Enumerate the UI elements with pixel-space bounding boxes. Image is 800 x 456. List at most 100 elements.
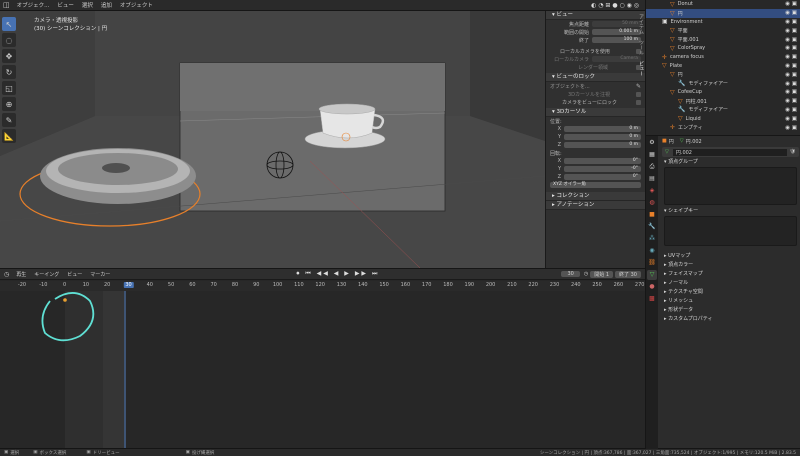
outliner-row[interactable]: 🔧 モディファイアー ◉ ▣ <box>646 106 800 115</box>
material-tab-icon[interactable]: ● <box>647 282 657 292</box>
clock-icon[interactable]: ◷ <box>0 271 12 278</box>
section-vertex-groups[interactable]: ▾ 頂点グループ <box>660 158 800 167</box>
outliner-row[interactable]: ▽ Liquid ◉ ▣ <box>646 114 800 123</box>
vertex-groups-list[interactable] <box>664 167 797 205</box>
visibility-icon[interactable]: ◉ ▣ <box>785 45 797 51</box>
menu-object[interactable]: オブジェクト <box>116 1 157 9</box>
visibility-icon[interactable]: ◉ ▣ <box>785 116 797 122</box>
outliner-row[interactable]: ▽ Plate ◉ ▣ <box>646 62 800 71</box>
outliner-row[interactable]: ▽ 円 ◉ ▣ <box>646 70 800 79</box>
tool-tab-icon[interactable]: ⚙ <box>647 138 657 148</box>
lock-camera-checkbox[interactable] <box>636 99 641 105</box>
rot-z-field[interactable]: 0° <box>564 174 641 180</box>
start-frame-field[interactable]: 開始 1 <box>590 270 614 278</box>
measure-tool-icon[interactable]: 📐 <box>2 129 16 143</box>
outliner-row[interactable]: ▽ 円 ◉ ▣ <box>646 8 800 18</box>
shading-icons[interactable]: ◐ ◔ ⊞ ● ○ ◉ ◎ <box>591 2 645 9</box>
3d-viewport[interactable]: ↖ ◌ ✥ ↻ ◱ ⊕ ✎ 📐 カメラ・透視投影 (30) シーンコレクション … <box>0 11 545 268</box>
cursor-y-field[interactable]: 0 m <box>564 134 641 140</box>
visibility-icon[interactable]: ◉ ▣ <box>785 1 797 7</box>
tab-view[interactable]: ビュー <box>638 61 645 76</box>
outliner-row[interactable]: ▽ 平面.001 ◉ ▣ <box>646 35 800 44</box>
visibility-icon[interactable]: ◉ ▣ <box>785 125 797 131</box>
section-custom-props[interactable]: ▸ カスタムプロパティ <box>660 315 800 324</box>
outliner-row[interactable]: ▽ ColorSpray ◉ ▣ <box>646 44 800 53</box>
rot-y-field[interactable]: -0° <box>564 166 641 172</box>
particles-tab-icon[interactable]: ⁂ <box>647 234 657 244</box>
visibility-icon[interactable]: ◉ ▣ <box>785 54 797 60</box>
scene-tab-icon[interactable]: ◈ <box>647 186 657 196</box>
annotate-tool-icon[interactable]: ✎ <box>2 113 16 127</box>
section-uv-maps[interactable]: ▸ UVマップ <box>660 252 800 261</box>
view-layer-tab-icon[interactable]: ▤ <box>647 174 657 184</box>
visibility-icon[interactable]: ◉ ▣ <box>785 19 797 25</box>
render-tab-icon[interactable]: ▦ <box>647 150 657 160</box>
outliner-row[interactable]: ▽ Donut ◉ ▣ <box>646 0 800 9</box>
transform-tool-icon[interactable]: ⊕ <box>2 97 16 111</box>
menu-playback[interactable]: 再生 <box>12 271 30 278</box>
object-tab-icon[interactable]: ■ <box>647 210 657 220</box>
outliner[interactable]: ▽ Donut ◉ ▣ ▽ 円 ◉ ▣ ▣ Environment ◉ ▣ ▽ 平面 ◉ ▣ ▽ 平面.0… <box>645 0 800 135</box>
playback-controls[interactable]: ⏺ ⏮ ◀◀ ◀ ▶ ▶▶ ⏭ <box>296 270 379 278</box>
outliner-row[interactable]: 🔧 モディファイアー ◉ ▣ <box>646 79 800 88</box>
visibility-icon[interactable]: ◉ ▣ <box>785 107 797 113</box>
scale-tool-icon[interactable]: ◱ <box>2 81 16 95</box>
visibility-icon[interactable]: ◉ ▣ <box>785 89 797 95</box>
focal-length-field[interactable]: 50 mm <box>592 21 641 27</box>
visibility-icon[interactable]: ◉ ▣ <box>785 63 797 69</box>
section-shape-keys[interactable]: ▾ シェイプキー <box>660 207 800 216</box>
data-tab-icon[interactable]: ▽ <box>647 270 657 280</box>
section-vertex-colors[interactable]: ▸ 頂点カラー <box>660 261 800 270</box>
outliner-row[interactable]: ▣ Environment ◉ ▣ <box>646 18 800 27</box>
annotation-section-header[interactable]: ▸ アノテーション <box>546 201 645 210</box>
outliner-row[interactable]: ▽ CofeeCup ◉ ▣ <box>646 88 800 97</box>
lock-cursor-checkbox[interactable] <box>636 91 641 97</box>
outliner-row[interactable]: ✛ エンプティ ◉ ▣ <box>646 123 800 132</box>
collection-section-header[interactable]: ▸ コレクション <box>546 192 645 201</box>
visibility-icon[interactable]: ◉ ▣ <box>785 28 797 34</box>
visibility-icon[interactable]: ◉ ▣ <box>785 10 797 16</box>
shape-keys-list[interactable] <box>664 216 797 246</box>
current-frame-field[interactable]: 30 <box>561 271 580 277</box>
section-texture-space[interactable]: ▸ テクスチャ空間 <box>660 288 800 297</box>
tab-item[interactable]: アイテム <box>638 14 645 34</box>
output-tab-icon[interactable]: ⎙ <box>647 162 657 172</box>
menu-add[interactable]: 追加 <box>97 1 116 9</box>
menu-marker[interactable]: マーカー <box>86 271 114 278</box>
section-remesh[interactable]: ▸ リメッシュ <box>660 297 800 306</box>
rotate-tool-icon[interactable]: ↻ <box>2 65 16 79</box>
constraints-tab-icon[interactable]: ⛓ <box>647 258 657 268</box>
menu-view[interactable]: ビュー <box>53 1 78 9</box>
section-geometry-data[interactable]: ▸ 形状データ <box>660 306 800 315</box>
editor-type-icon[interactable]: ◫ <box>0 1 13 9</box>
visibility-icon[interactable]: ◉ ▣ <box>785 81 797 87</box>
cursor-x-field[interactable]: 0 m <box>564 126 641 132</box>
view-lock-section-header[interactable]: ▾ ビューのロック <box>546 73 645 82</box>
local-camera-field[interactable]: Camera <box>592 56 641 62</box>
timeline-editor[interactable]: ◷ 再生 キーイング ビュー マーカー ⏺ ⏮ ◀◀ ◀ ▶ ▶▶ ⏭ 30 ◷… <box>0 268 666 449</box>
rotation-mode-dropdown[interactable]: XYZ オイラー角 <box>550 182 641 188</box>
menu-timeline-view[interactable]: ビュー <box>63 271 86 278</box>
clip-start-field[interactable]: 0.001 m <box>592 29 641 35</box>
view-section-header[interactable]: ▾ ビュー <box>546 11 645 20</box>
cursor-section-header[interactable]: ▾ 3Dカーソル <box>546 108 645 117</box>
tab-tool[interactable]: ツール <box>638 40 645 55</box>
fake-user-icon[interactable]: 🛡 <box>787 149 799 155</box>
eyedropper-icon[interactable]: ✎ <box>636 83 641 90</box>
visibility-icon[interactable]: ◉ ▣ <box>785 37 797 43</box>
outliner-row[interactable]: ▽ 平面 ◉ ▣ <box>646 26 800 35</box>
menu-select[interactable]: 選択 <box>78 1 97 9</box>
texture-tab-icon[interactable]: ▩ <box>647 294 657 304</box>
section-normals[interactable]: ▸ ノーマル <box>660 279 800 288</box>
mesh-dropdown-icon[interactable]: ▽ <box>665 149 669 155</box>
properties-editor[interactable]: ⚙ ▦ ⎙ ▤ ◈ ◍ ■ 🔧 ⁂ ◉ ⛓ ▽ ● ▩ ■ 円 ▽ 円.002 … <box>645 135 800 449</box>
mesh-datablock-selector[interactable]: ▽ 円.002 🛡 <box>662 147 799 157</box>
move-tool-icon[interactable]: ✥ <box>2 49 16 63</box>
outliner-row[interactable]: ✛ camera focus ◉ ▣ <box>646 53 800 62</box>
menu-keying[interactable]: キーイング <box>30 271 63 278</box>
end-frame-field[interactable]: 終了 30 <box>615 270 641 278</box>
frame-ruler[interactable]: -20 -10 0 10 20 30 40 50 60 70 80 90 100 110 120 130 140… <box>0 281 666 291</box>
clip-end-field[interactable]: 100 m <box>592 37 641 43</box>
section-face-maps[interactable]: ▸ フェイスマップ <box>660 270 800 279</box>
preview-range-icon[interactable]: ◷ <box>584 271 588 277</box>
